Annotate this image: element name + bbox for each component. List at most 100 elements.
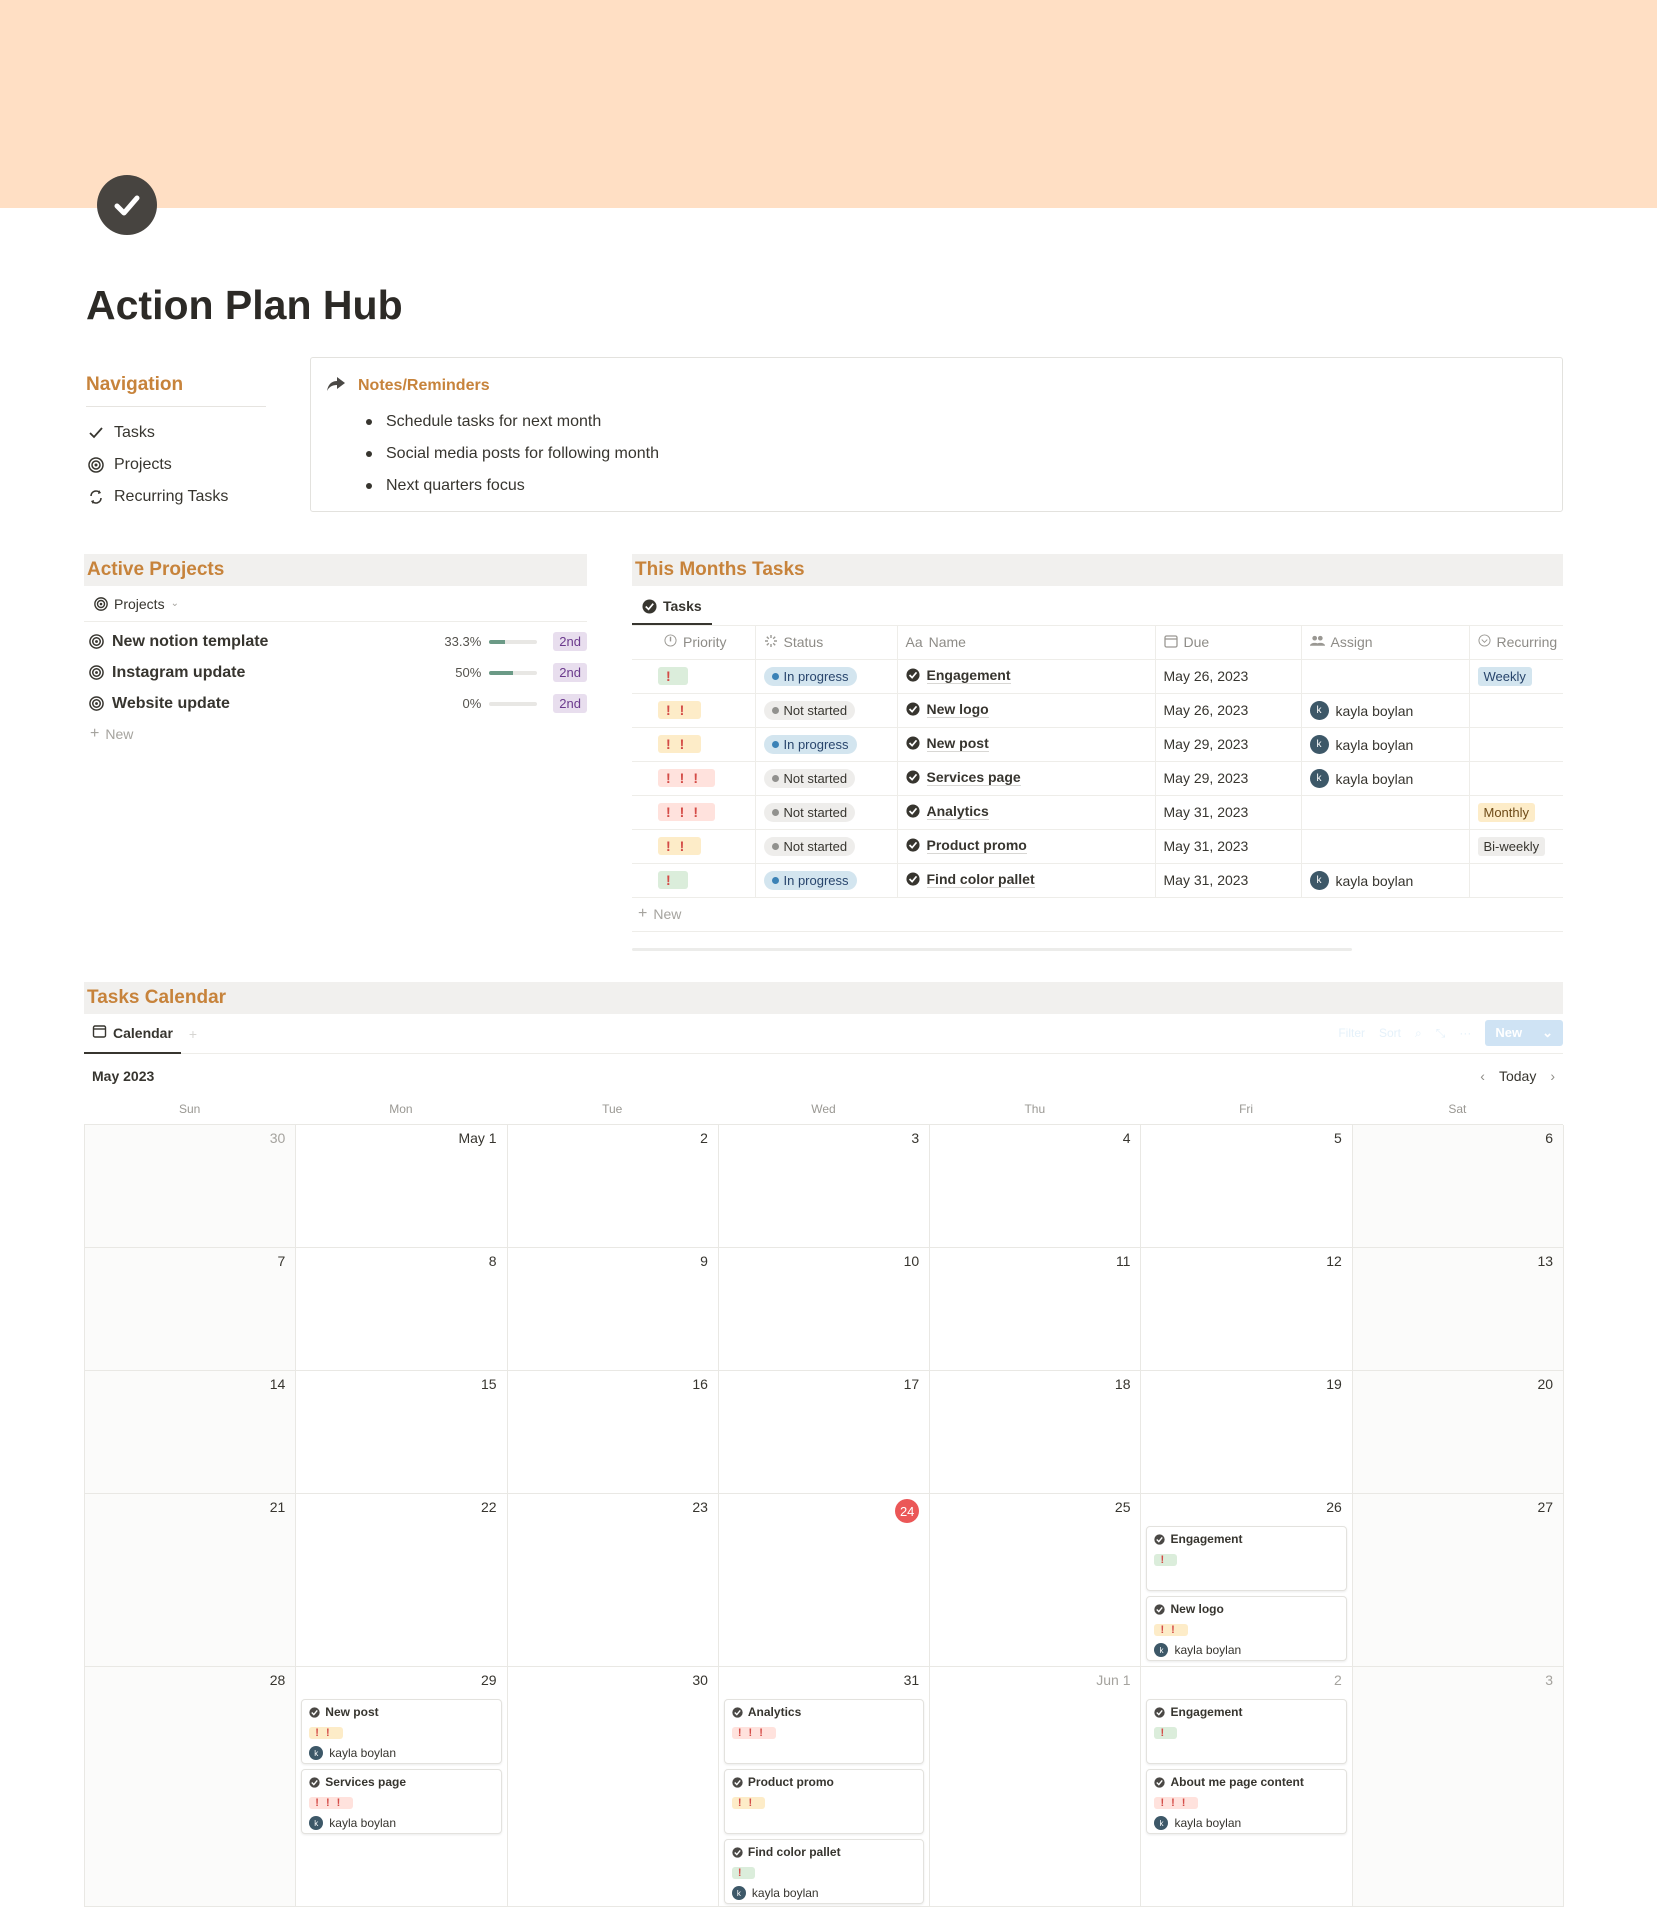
table-row[interactable]: !!! Not started Services page May 29, 20… xyxy=(632,761,1563,796)
table-row[interactable]: ! In progress Engagement May 26, 2023 We… xyxy=(632,659,1563,694)
chevron-right-icon[interactable]: › xyxy=(1550,1068,1555,1084)
calendar-day-cell[interactable]: 28 xyxy=(85,1667,297,1907)
calendar-day-cell[interactable]: 9 xyxy=(507,1248,719,1371)
project-tag[interactable]: 2nd xyxy=(553,663,587,682)
project-tag[interactable]: 2nd xyxy=(553,632,587,651)
project-row[interactable]: Instagram update 50% 2nd xyxy=(84,657,587,688)
calendar-day-cell[interactable]: 26 Engagement ! New logo !! k kayla boyla… xyxy=(1141,1494,1353,1667)
calendar-day-cell[interactable]: 27 xyxy=(1352,1494,1565,1667)
calendar-day-cell[interactable]: 25 xyxy=(930,1494,1142,1667)
calendar-day-cell[interactable]: 24 xyxy=(718,1494,931,1667)
calendar-day-cell[interactable]: 19 xyxy=(1141,1371,1353,1494)
sort-button[interactable]: Sort xyxy=(1379,1026,1401,1040)
assign-cell[interactable]: k kayla boylan xyxy=(1301,693,1470,728)
calendar-day-cell[interactable]: 16 xyxy=(507,1371,719,1494)
nav-item-projects[interactable]: Projects xyxy=(86,449,266,481)
due-cell[interactable]: May 29, 2023 xyxy=(1155,761,1302,796)
calendar-view-tab[interactable]: Calendar xyxy=(84,1014,181,1054)
column-header-name[interactable]: Aa Name xyxy=(897,626,1156,660)
chevron-down-icon[interactable]: ⌄ xyxy=(1542,1025,1553,1041)
recurring-cell[interactable] xyxy=(1469,693,1563,728)
calendar-day-cell[interactable]: 10 xyxy=(718,1248,931,1371)
status-cell[interactable]: In progress xyxy=(755,727,898,762)
column-header-due[interactable]: Due xyxy=(1155,626,1302,660)
calendar-day-cell[interactable]: May 1 xyxy=(296,1125,508,1248)
name-cell[interactable]: New logo xyxy=(897,693,1156,728)
more-icon[interactable]: ··· xyxy=(1459,1026,1471,1040)
recurring-cell[interactable]: Weekly xyxy=(1469,659,1563,694)
calendar-day-cell[interactable]: 23 xyxy=(507,1494,719,1667)
calendar-event-card[interactable]: About me page content !!! k kayla boylan xyxy=(1146,1769,1347,1834)
calendar-event-card[interactable]: Services page !!! k kayla boylan xyxy=(301,1769,502,1834)
calendar-day-cell[interactable]: 20 xyxy=(1352,1371,1565,1494)
page-cover[interactable] xyxy=(0,0,1657,208)
priority-cell[interactable]: !!! xyxy=(632,795,756,830)
nav-item-tasks[interactable]: Tasks xyxy=(86,417,266,449)
name-cell[interactable]: New post xyxy=(897,727,1156,762)
due-cell[interactable]: May 26, 2023 xyxy=(1155,659,1302,694)
name-cell[interactable]: Services page xyxy=(897,761,1156,796)
due-cell[interactable]: May 31, 2023 xyxy=(1155,863,1302,898)
calendar-day-cell[interactable]: 4 xyxy=(930,1125,1142,1248)
assign-cell[interactable]: k kayla boylan xyxy=(1301,761,1470,796)
assign-cell[interactable] xyxy=(1301,659,1470,694)
project-row[interactable]: New notion template 33.3% 2nd xyxy=(84,626,587,657)
priority-cell[interactable]: !! xyxy=(632,693,756,728)
status-cell[interactable]: Not started xyxy=(755,795,898,830)
calendar-day-cell[interactable]: 2 Engagement ! About me page content !!!… xyxy=(1141,1667,1353,1907)
calendar-day-cell[interactable]: 30 xyxy=(507,1667,719,1907)
today-button[interactable]: Today xyxy=(1499,1068,1536,1084)
calendar-day-cell[interactable]: 30 xyxy=(85,1125,297,1248)
add-view-button[interactable]: + xyxy=(189,1026,197,1042)
nav-item-recurring-tasks[interactable]: Recurring Tasks xyxy=(86,481,266,513)
task-name[interactable]: Find color pallet xyxy=(926,871,1035,888)
search-icon[interactable]: ⌕ xyxy=(1415,1026,1422,1041)
calendar-day-cell[interactable]: 15 xyxy=(296,1371,508,1494)
column-header-status[interactable]: Status xyxy=(755,626,898,660)
table-row[interactable]: !!! Not started Analytics May 31, 2023 M… xyxy=(632,795,1563,830)
task-name[interactable]: Product promo xyxy=(926,837,1027,854)
calendar-day-cell[interactable]: 31 Analytics !!! Product promo !! Find c… xyxy=(718,1667,931,1907)
priority-cell[interactable]: !!! xyxy=(632,761,756,796)
calendar-day-cell[interactable]: 8 xyxy=(296,1248,508,1371)
calendar-day-cell[interactable]: 29 New post !! k kayla boylan Services pa… xyxy=(296,1667,508,1907)
calendar-event-card[interactable]: Product promo !! xyxy=(723,1769,925,1834)
priority-cell[interactable]: ! xyxy=(632,863,756,898)
project-name[interactable]: Instagram update xyxy=(112,664,421,682)
project-tag[interactable]: 2nd xyxy=(553,694,587,713)
chevron-left-icon[interactable]: ‹ xyxy=(1480,1068,1485,1084)
tasks-view-tab[interactable]: Tasks xyxy=(632,589,712,625)
recurring-cell[interactable] xyxy=(1469,761,1563,796)
due-cell[interactable]: May 26, 2023 xyxy=(1155,693,1302,728)
calendar-day-cell[interactable]: 13 xyxy=(1352,1248,1565,1371)
recurring-cell[interactable] xyxy=(1469,863,1563,898)
task-name[interactable]: Engagement xyxy=(926,667,1011,684)
expand-icon[interactable]: ⤡ xyxy=(1436,1026,1446,1041)
check-circle-icon[interactable] xyxy=(97,175,157,235)
name-cell[interactable]: Engagement xyxy=(897,659,1156,694)
project-name[interactable]: Website update xyxy=(112,695,421,713)
calendar-event-card[interactable]: Engagement ! xyxy=(1146,1699,1347,1764)
status-cell[interactable]: In progress xyxy=(755,659,898,694)
calendar-day-cell[interactable]: 6 xyxy=(1352,1125,1565,1248)
calendar-event-card[interactable]: Engagement ! xyxy=(1146,1526,1347,1591)
calendar-event-card[interactable]: New logo !! k kayla boylan xyxy=(1146,1596,1347,1661)
calendar-event-card[interactable]: New post !! k kayla boylan xyxy=(301,1699,502,1764)
recurring-cell[interactable]: Monthly xyxy=(1469,795,1563,830)
assign-cell[interactable] xyxy=(1301,829,1470,864)
new-task-button[interactable]: + New xyxy=(632,898,1563,932)
recurring-cell[interactable] xyxy=(1469,727,1563,762)
projects-view-tab[interactable]: Projects ⌄ xyxy=(84,586,587,622)
project-name[interactable]: New notion template xyxy=(112,633,421,651)
column-header-priority[interactable]: Priority xyxy=(632,626,756,660)
calendar-day-cell[interactable]: 17 xyxy=(718,1371,931,1494)
calendar-day-cell[interactable]: 14 xyxy=(85,1371,297,1494)
assign-cell[interactable] xyxy=(1301,795,1470,830)
due-cell[interactable]: May 31, 2023 xyxy=(1155,829,1302,864)
name-cell[interactable]: Analytics xyxy=(897,795,1156,830)
calendar-event-card[interactable]: Find color pallet ! k kayla boylan xyxy=(723,1839,925,1904)
table-row[interactable]: !! Not started Product promo May 31, 202… xyxy=(632,829,1563,864)
calendar-day-cell[interactable]: 2 xyxy=(507,1125,719,1248)
calendar-day-cell[interactable]: 3 xyxy=(718,1125,931,1248)
status-cell[interactable]: In progress xyxy=(755,863,898,898)
